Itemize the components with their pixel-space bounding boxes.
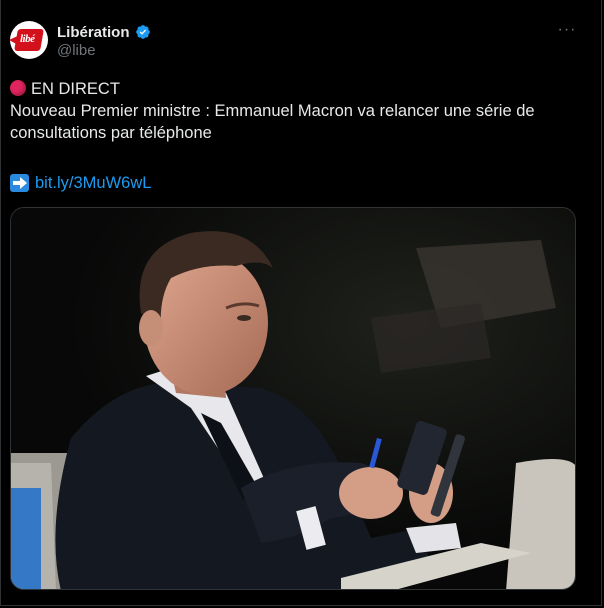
tweet-line-3: consultations par téléphone [10,124,212,142]
photo-illustration [11,208,575,589]
tweet-line-2: Nouveau Premier ministre : Emmanuel Macr… [10,102,535,120]
red-circle-icon [10,80,26,96]
tweet-card[interactable]: libé Libération @libe ··· EN DIRECT Nouv… [0,0,602,606]
author-handle[interactable]: @libe [57,42,96,59]
author-name-row: Libération [57,22,151,42]
tweet-text: EN DIRECT Nouveau Premier ministre : Emm… [10,78,580,144]
verified-badge-icon[interactable] [135,24,151,40]
author-avatar[interactable]: libé [10,21,48,59]
tweet-link[interactable]: bit.ly/3MuW6wL [35,172,151,194]
more-options-icon[interactable]: ··· [557,22,577,42]
right-arrow-icon [10,174,29,192]
link-row: bit.ly/3MuW6wL [10,172,151,194]
avatar-logo-text: libé [20,33,35,45]
tweet-line-1: EN DIRECT [10,78,580,100]
author-display-name[interactable]: Libération [57,24,130,41]
live-label: EN DIRECT [31,80,120,98]
tweet-photo[interactable] [10,207,576,590]
